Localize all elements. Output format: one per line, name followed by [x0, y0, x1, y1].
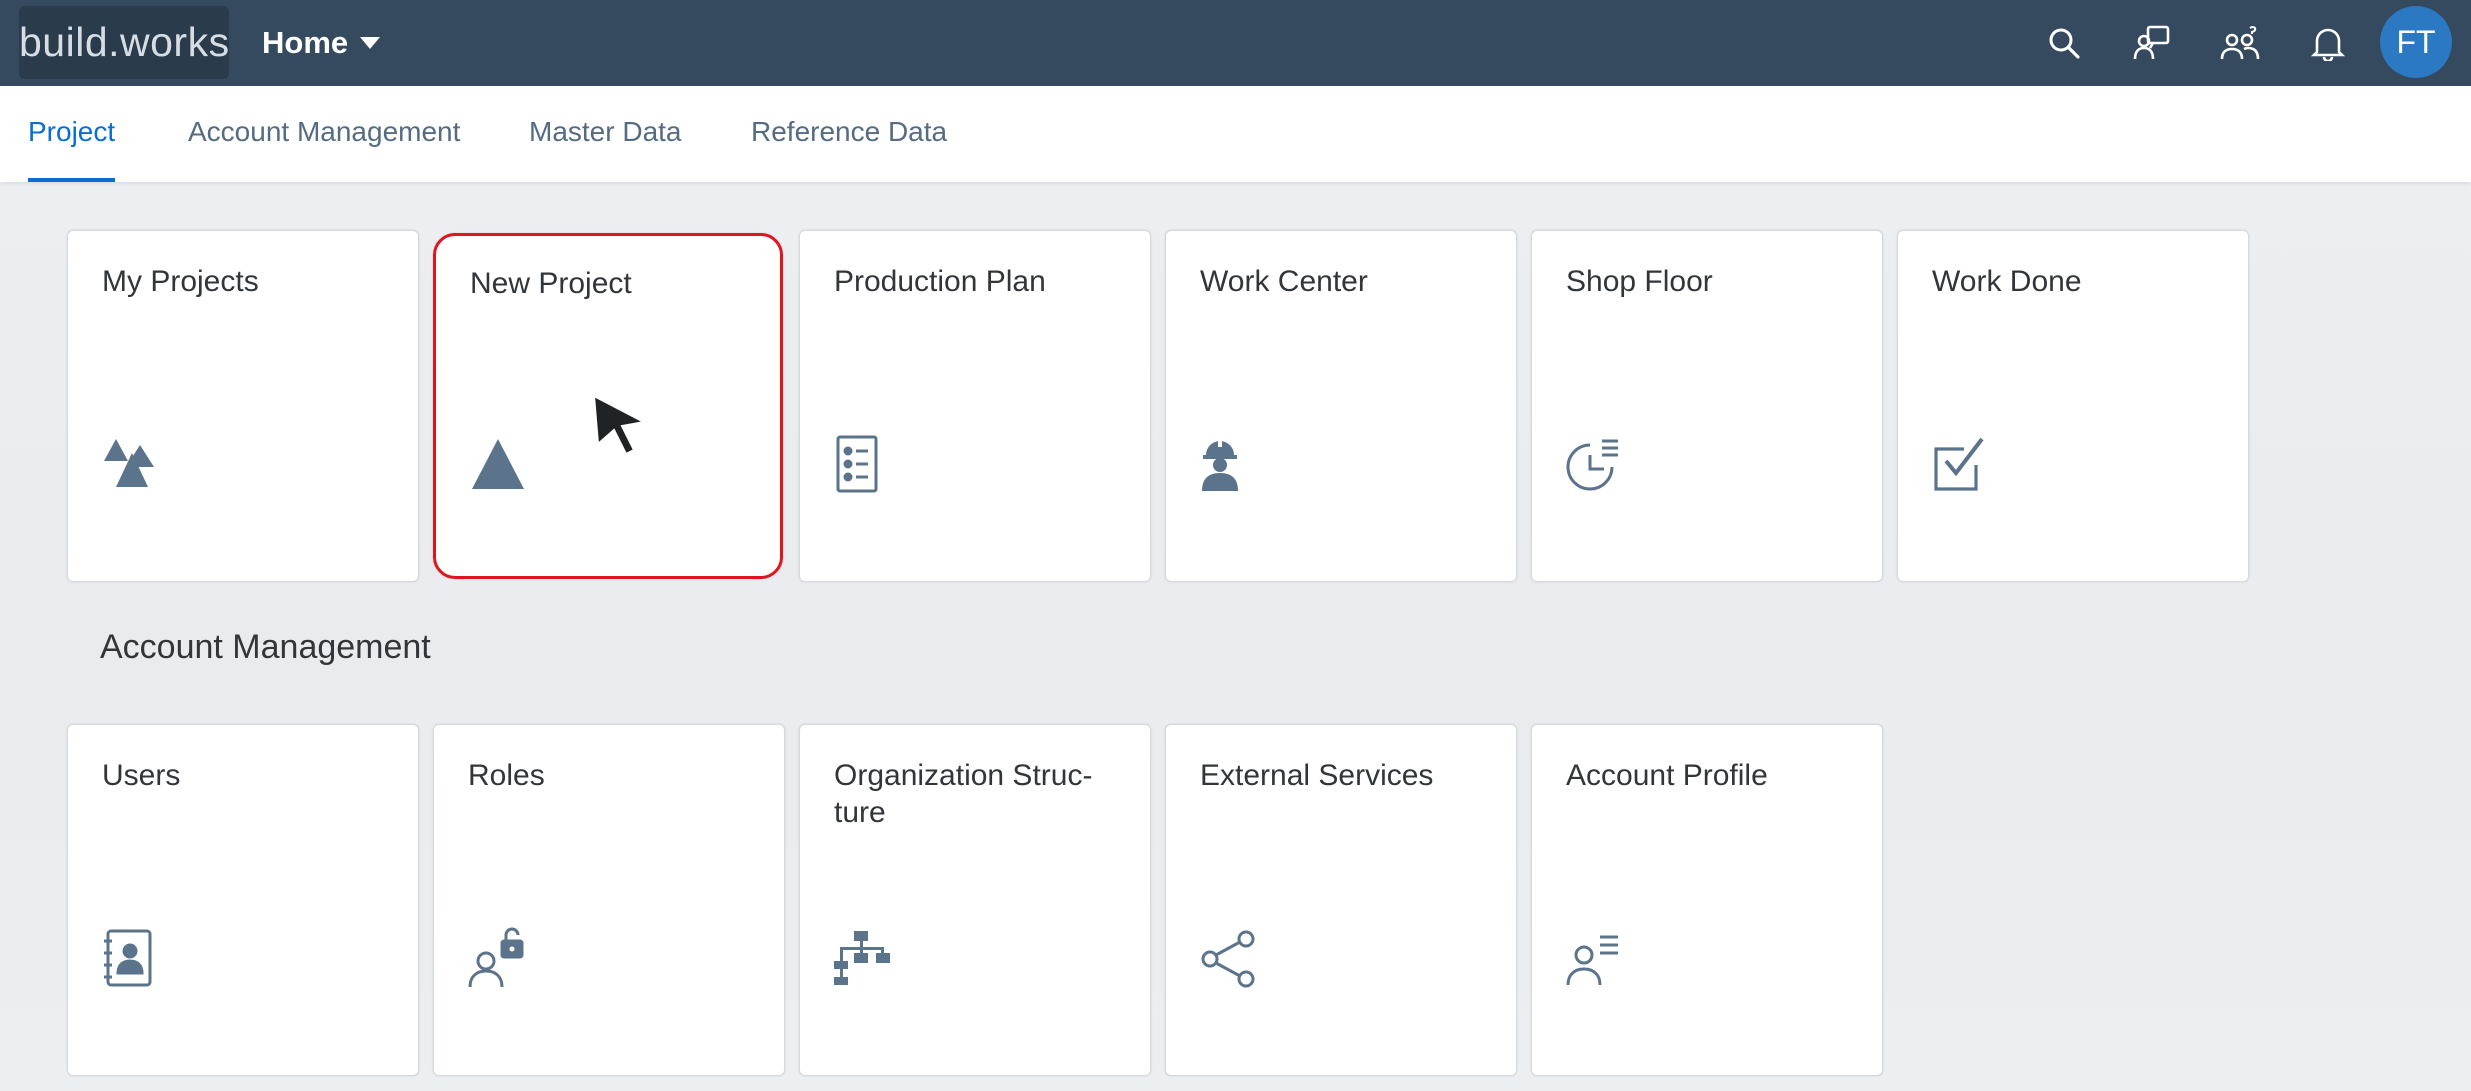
tile-my-projects[interactable]: My Projects	[67, 230, 419, 582]
tile-users[interactable]: Users	[67, 724, 419, 1076]
share-icon	[1200, 925, 1260, 989]
tab-reference-data[interactable]: Reference Data	[751, 86, 947, 182]
tile-title: Production Plan	[834, 265, 1046, 298]
tile-title: Users	[102, 759, 181, 792]
tile-external-services[interactable]: External Services	[1165, 724, 1517, 1076]
mountains-icon	[102, 431, 162, 495]
tile-work-center[interactable]: Work Center	[1165, 230, 1517, 582]
notification-bell-icon[interactable]	[2306, 21, 2350, 65]
tile-production-plan[interactable]: Production Plan	[799, 230, 1151, 582]
user-details-icon	[1566, 925, 1626, 989]
tab-master-data[interactable]: Master Data	[529, 86, 682, 182]
checklist-icon	[834, 431, 894, 495]
tile-title: Roles	[468, 759, 545, 792]
home-menu-label: Home	[262, 25, 349, 60]
triangle-icon	[470, 433, 530, 497]
tile-work-done[interactable]: Work Done	[1897, 230, 2249, 582]
shell-bar: build.works Home FT	[0, 0, 2471, 86]
address-book-icon	[102, 925, 162, 989]
tile-roles[interactable]: Roles	[433, 724, 785, 1076]
people-icon[interactable]	[2218, 21, 2262, 65]
user-avatar[interactable]: FT	[2380, 6, 2452, 78]
tile-shop-floor[interactable]: Shop Floor	[1531, 230, 1883, 582]
mouse-cursor-icon	[592, 394, 648, 456]
tile-title: External Services	[1200, 759, 1434, 792]
tile-organization-structure[interactable]: Organization Struc-ture	[799, 724, 1151, 1076]
tile-title: New Project	[470, 267, 632, 300]
tile-title: Organization Struc-ture	[834, 759, 1093, 829]
tile-account-profile[interactable]: Account Profile	[1531, 724, 1883, 1076]
tile-title: Work Done	[1932, 265, 2082, 298]
home-menu-button[interactable]: Home	[262, 0, 381, 86]
feedback-icon[interactable]	[2130, 21, 2174, 65]
pie-list-icon	[1566, 431, 1626, 495]
caret-down-icon	[360, 37, 381, 49]
tab-project[interactable]: Project	[28, 86, 116, 182]
worker-icon	[1200, 431, 1260, 495]
checkbox-icon	[1932, 431, 1992, 495]
tile-title: My Projects	[102, 265, 259, 298]
app-logo[interactable]: build.works	[19, 6, 229, 79]
tab-account-management[interactable]: Account Management	[188, 86, 460, 182]
tile-title: Account Profile	[1566, 759, 1768, 792]
user-lock-icon	[468, 925, 528, 989]
tile-title: Work Center	[1200, 265, 1368, 298]
tab-bar: Project Account Management Master Data R…	[0, 86, 2471, 182]
section-title-account-management: Account Management	[100, 628, 431, 666]
org-chart-icon	[834, 925, 894, 989]
search-icon[interactable]	[2042, 21, 2086, 65]
tile-title: Shop Floor	[1566, 265, 1713, 298]
